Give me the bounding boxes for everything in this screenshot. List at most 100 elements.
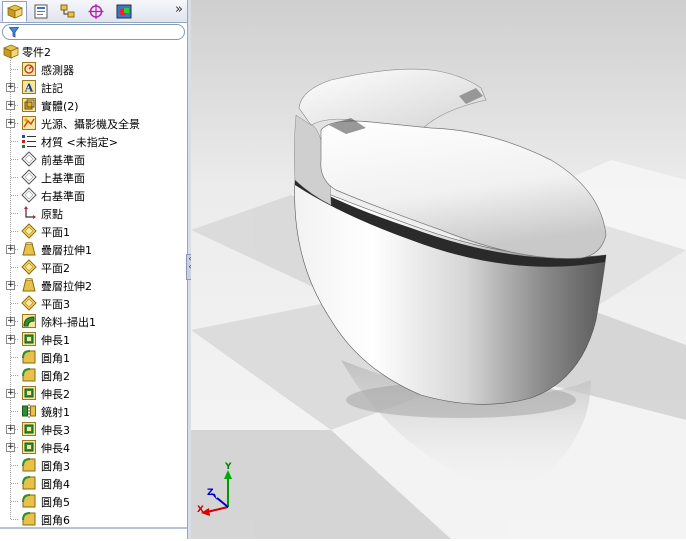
model-scene (191, 0, 686, 539)
fillet-icon (21, 493, 37, 509)
more-tabs-button[interactable]: » (175, 2, 183, 17)
tree-item[interactable]: 右基準面 (0, 186, 187, 204)
tree-item[interactable]: + 疊層拉伸2 (0, 276, 187, 294)
tree-item[interactable]: + 伸長1 (0, 330, 187, 348)
part-icon (2, 43, 20, 59)
fillet-icon (21, 367, 37, 383)
tree-item-label: 平面3 (41, 298, 70, 311)
triad-y-label: Y (225, 462, 232, 472)
triad-x-label: X (197, 505, 204, 515)
tree-item[interactable]: 平面2 (0, 258, 187, 276)
tree-branch-line (11, 501, 19, 502)
tree-branch-line (11, 231, 19, 232)
filter-field[interactable] (2, 24, 185, 40)
tree-item[interactable]: 上基準面 (0, 168, 187, 186)
ref-plane-icon (21, 295, 37, 311)
extrude-icon (21, 439, 37, 455)
tree-branch-line (11, 375, 19, 376)
tree-item-label: 平面1 (41, 226, 70, 239)
tree-item[interactable]: 鏡射1 (0, 402, 187, 420)
tab-property-manager[interactable] (28, 1, 53, 21)
expand-toggle[interactable]: + (6, 281, 15, 290)
fillet-icon (21, 349, 37, 365)
tree-item[interactable]: 圓角3 (0, 456, 187, 474)
solid-bodies-icon (21, 97, 37, 113)
tree-item[interactable]: 圓角4 (0, 474, 187, 492)
tree-branch-line (11, 141, 19, 142)
tab-dimxpert-manager[interactable] (83, 1, 108, 21)
feature-manager-panel: » 零件2 感測器 + A 註記 + 實體(2) + 光源、攝影機及全景 材質 <未指定> 前基準面… (0, 0, 187, 541)
tree-item[interactable]: + A 註記 (0, 78, 187, 96)
tree-item[interactable]: + 伸長4 (0, 438, 187, 456)
tree-item[interactable]: + 伸長2 (0, 384, 187, 402)
tree-item-label: 伸長3 (41, 424, 70, 437)
tree-root-part[interactable]: 零件2 (0, 42, 187, 60)
tree-item[interactable]: 圓角1 (0, 348, 187, 366)
triad-z-label: Z (207, 488, 214, 498)
expand-toggle[interactable]: + (6, 101, 15, 110)
tree-item-label: 前基準面 (41, 154, 85, 167)
tree-item-label: 原點 (41, 208, 63, 221)
tree-item[interactable]: 感測器 (0, 60, 187, 78)
plane-icon (21, 187, 37, 203)
tree-branch-line (11, 195, 19, 196)
tree-item-label: 伸長1 (41, 334, 70, 347)
tree-item[interactable]: + 光源、攝影機及全景 (0, 114, 187, 132)
tree-item[interactable]: 材質 <未指定> (0, 132, 187, 150)
tree-branch-line (11, 519, 19, 520)
tree-item[interactable]: 原點 (0, 204, 187, 222)
tree-item[interactable]: 平面3 (0, 294, 187, 312)
tree-item[interactable]: 平面1 (0, 222, 187, 240)
tree-item-label: 伸長2 (41, 388, 70, 401)
graphics-viewport[interactable]: Y Z X (191, 0, 686, 539)
swept-cut-icon (21, 313, 37, 329)
display-manager-icon (116, 4, 132, 19)
expand-toggle[interactable]: + (6, 389, 15, 398)
tree-item[interactable]: 圓角2 (0, 366, 187, 384)
tree-item-label: 註記 (41, 82, 63, 95)
extrude-icon (21, 385, 37, 401)
material-icon (21, 133, 37, 149)
tree-branch-line (11, 267, 19, 268)
tree-item[interactable]: + 伸長3 (0, 420, 187, 438)
expand-toggle[interactable]: + (6, 425, 15, 434)
property-manager-icon (34, 4, 48, 19)
expand-toggle[interactable]: + (6, 335, 15, 344)
origin-icon (21, 205, 37, 221)
expand-toggle[interactable]: + (6, 83, 15, 92)
feature-manager-icon (6, 4, 24, 19)
tree-branch-line (11, 357, 19, 358)
tree-item-label: 圓角4 (41, 478, 70, 491)
tree-item-label: 材質 <未指定> (41, 136, 118, 149)
extrude-icon (21, 421, 37, 437)
dimxpert-manager-icon (88, 4, 104, 19)
tab-feature-manager[interactable] (2, 1, 27, 22)
tree-item-label: 圓角1 (41, 352, 70, 365)
expand-toggle[interactable]: + (6, 119, 15, 128)
tree-item-label: 實體(2) (41, 100, 79, 113)
loft-icon (21, 277, 37, 293)
tree-item-label: 圓角2 (41, 370, 70, 383)
tab-display-manager[interactable] (111, 1, 136, 21)
tree-branch-line (11, 69, 19, 70)
tree-branch-line (11, 177, 19, 178)
tree-item[interactable]: 圓角6 (0, 510, 187, 528)
extrude-icon (21, 331, 37, 347)
tree-item[interactable]: + 實體(2) (0, 96, 187, 114)
tree-item[interactable]: + 疊層拉伸1 (0, 240, 187, 258)
tree-item-label: 右基準面 (41, 190, 85, 203)
expand-toggle[interactable]: + (6, 317, 15, 326)
expand-toggle[interactable]: + (6, 443, 15, 452)
configuration-manager-icon (60, 4, 75, 18)
filter-icon (9, 27, 19, 38)
tree-item-label: 鏡射1 (41, 406, 70, 419)
tree-branch-line (11, 465, 19, 466)
tree-item[interactable]: + 除料-掃出1 (0, 312, 187, 330)
expand-toggle[interactable]: + (6, 245, 15, 254)
mirror-icon (21, 403, 37, 419)
tree-item[interactable]: 圓角5 (0, 492, 187, 510)
tree-item-label: 圓角6 (41, 514, 70, 527)
tree-branch-line (11, 303, 19, 304)
tree-item[interactable]: 前基準面 (0, 150, 187, 168)
tab-configuration-manager[interactable] (55, 1, 80, 21)
